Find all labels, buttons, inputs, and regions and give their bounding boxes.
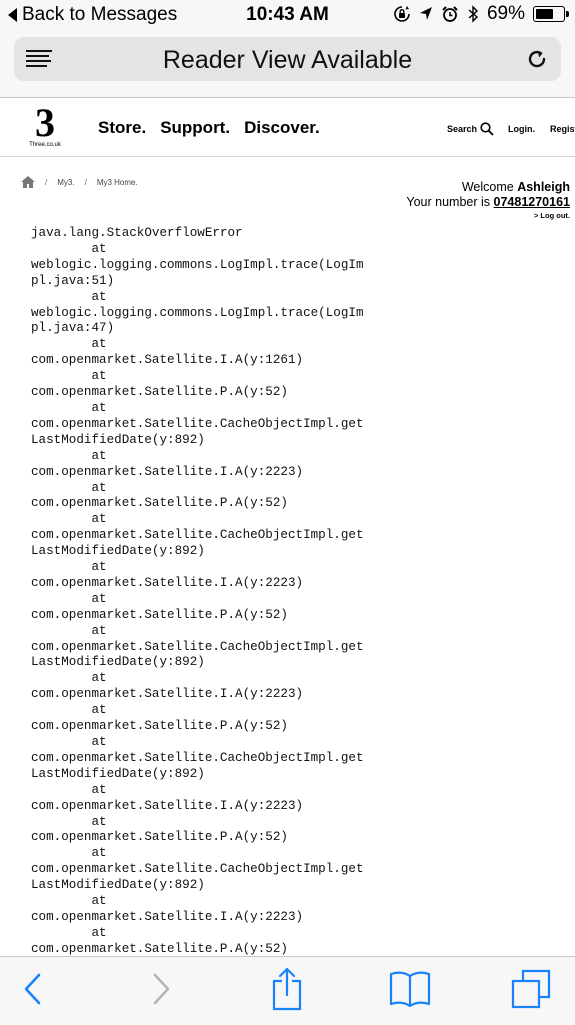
status-indicators: 69% [393, 3, 569, 25]
browser-top-chrome: Back to Messages 10:43 AM 69% Reader Vie… [0, 0, 575, 98]
stack-trace-line: weblogic.logging.commons.LogImpl.trace(L… [31, 257, 364, 272]
stack-trace-line: com.openmarket.Satellite.P.A(y:52) [31, 830, 288, 845]
back-to-messages-label: Back to Messages [22, 4, 178, 25]
stack-trace-line: at [91, 560, 107, 575]
stack-trace-line: com.openmarket.Satellite.I.A(y:2223) [31, 464, 304, 479]
login-link[interactable]: Login. [508, 124, 535, 134]
nav-support[interactable]: Support. [160, 118, 230, 138]
nav-store[interactable]: Store. [98, 118, 146, 138]
three-logo[interactable]: 3 Three.co.uk [28, 100, 62, 152]
stack-trace-line: at [91, 400, 107, 415]
home-icon[interactable] [21, 176, 35, 188]
stack-trace-line: pl.java:47) [31, 321, 115, 336]
stack-trace-line: LastModifiedDate(y:892) [31, 655, 205, 670]
stack-trace-line: java.lang.StackOverflowError [31, 226, 243, 240]
reload-icon[interactable] [525, 47, 549, 71]
stack-trace-line: LastModifiedDate(y:892) [31, 766, 205, 781]
stack-trace-line: at [91, 337, 107, 352]
orientation-lock-icon [394, 6, 410, 22]
alarm-icon [442, 6, 458, 22]
stack-trace-line: com.openmarket.Satellite.P.A(y:52) [31, 941, 288, 956]
battery-level [536, 9, 553, 19]
stack-trace-line: com.openmarket.Satellite.CacheObjectImpl… [31, 528, 364, 543]
stack-trace-line: at [91, 703, 107, 718]
stack-trace-line: at [91, 480, 107, 495]
stack-trace-line: com.openmarket.Satellite.I.A(y:2223) [31, 687, 304, 702]
stack-trace-line: at [91, 289, 107, 304]
stack-trace-line: com.openmarket.Satellite.I.A(y:2223) [31, 798, 304, 813]
stack-trace-line: com.openmarket.Satellite.P.A(y:52) [31, 607, 288, 622]
stack-trace-line: at [91, 671, 107, 686]
url-bar-title[interactable]: Reader View Available [14, 46, 561, 75]
browser-toolbar [0, 956, 575, 1025]
breadcrumb-my3-home[interactable]: My3 Home. [97, 178, 138, 187]
breadcrumb-separator: / [45, 177, 48, 187]
stack-trace-line: at [91, 241, 107, 256]
breadcrumb-separator: / [84, 177, 87, 187]
site-header: 3 Three.co.uk Store. Support. Discover. … [0, 98, 575, 157]
breadcrumb: / My3. / My3 Home. [21, 176, 138, 188]
logo-mark: 3 [35, 100, 55, 145]
stack-trace-line: at [91, 369, 107, 384]
welcome-line: Welcome Ashleigh [406, 180, 570, 195]
stack-trace-line: com.openmarket.Satellite.P.A(y:52) [31, 496, 288, 511]
stack-trace-line: at [91, 894, 107, 909]
tabs-icon[interactable] [511, 969, 551, 1009]
stack-trace-line: com.openmarket.Satellite.P.A(y:52) [31, 385, 288, 400]
stack-trace-line: LastModifiedDate(y:892) [31, 544, 205, 559]
stack-trace-line: at [91, 512, 107, 527]
stack-trace-line: at [91, 448, 107, 463]
register-link[interactable]: Register [550, 124, 575, 134]
search-label: Search [447, 124, 478, 134]
breadcrumb-my3[interactable]: My3. [57, 178, 74, 187]
back-to-messages-button[interactable]: Back to Messages [8, 4, 177, 26]
stack-trace-line: weblogic.logging.commons.LogImpl.trace(L… [31, 305, 364, 320]
search-button[interactable]: Search [447, 122, 494, 136]
logout-link[interactable]: > Log out. [406, 210, 570, 222]
search-icon [480, 122, 494, 136]
share-icon[interactable] [271, 967, 303, 1011]
stack-trace-line: at [91, 846, 107, 861]
stack-trace-line: com.openmarket.Satellite.I.A(y:2223) [31, 909, 304, 924]
stack-trace-line: com.openmarket.Satellite.CacheObjectImpl… [31, 639, 364, 654]
back-icon[interactable] [22, 971, 44, 1007]
stack-trace-line: com.openmarket.Satellite.I.A(y:2223) [31, 575, 304, 590]
site-nav: Store. Support. Discover. [98, 118, 320, 138]
location-arrow-icon [419, 7, 432, 20]
url-bar[interactable]: Reader View Available [14, 37, 561, 81]
stack-trace-line: pl.java:51) [31, 273, 115, 288]
number-prefix: Your number is [406, 195, 491, 209]
welcome-greeting: Welcome [461, 180, 514, 194]
stack-trace-line: com.openmarket.Satellite.P.A(y:52) [31, 719, 288, 734]
header-actions: Search Login. Register [447, 122, 575, 136]
forward-icon[interactable] [150, 971, 172, 1007]
status-bar: Back to Messages 10:43 AM 69% [0, 0, 575, 32]
stack-trace-line: at [91, 925, 107, 940]
stack-trace-line: com.openmarket.Satellite.I.A(y:1261) [31, 353, 304, 368]
stack-trace-line: at [91, 735, 107, 749]
battery-icon [533, 6, 569, 22]
phone-number-link[interactable]: 07481270161 [494, 195, 570, 209]
stack-trace-line: at [91, 782, 107, 797]
number-line: Your number is 07481270161 [406, 195, 570, 210]
stack-trace-line: com.openmarket.Satellite.CacheObjectImpl… [31, 862, 364, 877]
stack-trace-line: com.openmarket.Satellite.CacheObjectImpl… [31, 750, 364, 765]
stack-trace-line: LastModifiedDate(y:892) [31, 878, 205, 893]
nav-discover[interactable]: Discover. [244, 118, 320, 138]
welcome-panel: Welcome Ashleigh Your number is 07481270… [406, 180, 570, 222]
stack-trace-line: at [91, 814, 107, 829]
battery-percent: 69% [486, 3, 525, 24]
welcome-name: Ashleigh [517, 180, 570, 194]
stack-trace-line: at [91, 623, 107, 638]
stack-trace: java.lang.StackOverflowError at weblogic… [31, 226, 571, 958]
back-triangle-icon [8, 8, 17, 22]
bookmarks-icon[interactable] [388, 969, 432, 1009]
logo-subtext: Three.co.uk [29, 142, 61, 148]
stack-trace-line: LastModifiedDate(y:892) [31, 432, 205, 447]
stack-trace-line: at [91, 591, 107, 606]
stack-trace-line: com.openmarket.Satellite.CacheObjectImpl… [31, 416, 364, 431]
bluetooth-icon [468, 5, 478, 23]
